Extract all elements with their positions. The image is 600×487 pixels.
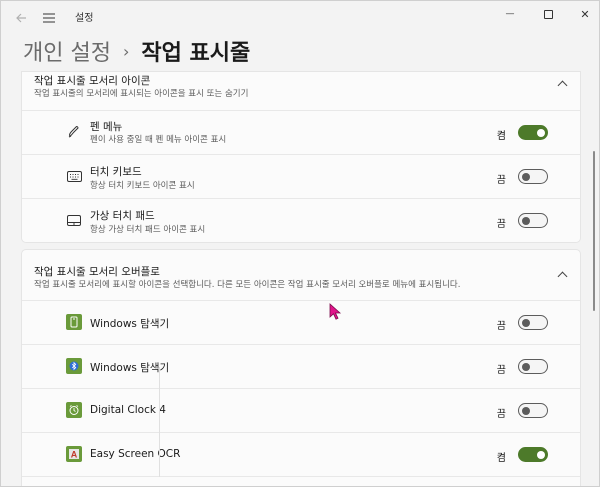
- hamburger-icon: [43, 13, 55, 23]
- minimize-button[interactable]: —: [489, 1, 531, 27]
- pen-icon: [66, 124, 82, 140]
- toggle-knob: [537, 128, 545, 137]
- bluetooth-icon: [66, 358, 82, 374]
- corner-icons-header[interactable]: 작업 표시줄 모서리 아이콘 작업 표시줄의 모서리에 표시되는 아이콘을 표시…: [22, 72, 580, 110]
- toggle-state-label: 끔: [496, 409, 506, 420]
- touchpad-icon: [66, 212, 82, 228]
- overflow-app-toggle[interactable]: [518, 315, 548, 330]
- title-bar: 설정 — ✕: [1, 1, 599, 31]
- toggle-knob: [522, 318, 530, 327]
- overflow-app-toggle[interactable]: [518, 447, 548, 462]
- toggle-state-label: 끔: [496, 219, 506, 230]
- close-icon: ✕: [580, 7, 590, 21]
- section-subtitle: 작업 표시줄 모서리에 표시할 아이콘을 선택합니다. 다른 모든 아이콘은 작…: [34, 280, 461, 290]
- toggle-state-label: 끔: [496, 175, 506, 186]
- minimize-icon: —: [505, 9, 515, 19]
- corner-overflow-section: 작업 표시줄 모서리 오버플로 작업 표시줄 모서리에 표시할 아이콘을 선택합…: [21, 249, 581, 486]
- nav-menu-button[interactable]: [37, 6, 61, 30]
- divider-line: [159, 367, 160, 477]
- overflow-app-toggle[interactable]: [518, 359, 548, 374]
- toggle-state-label: 끔: [496, 321, 506, 332]
- section-subtitle: 작업 표시줄의 모서리에 표시되는 아이콘을 표시 또는 숨기기: [34, 89, 249, 99]
- back-button[interactable]: [9, 6, 33, 30]
- mouse-cursor-icon: [329, 303, 342, 320]
- list-item-touch-keyboard: 터치 키보드 항상 터치 키보드 아이콘 표시 끔: [22, 154, 580, 198]
- toggle-knob: [537, 450, 545, 459]
- list-item-pen-menu: 펜 메뉴 펜이 사용 중일 때 펜 메뉴 아이콘 표시 켬: [22, 110, 580, 154]
- list-item-overflow-app: A Easy Screen OCR 켬: [22, 432, 580, 476]
- toggle-knob: [522, 406, 530, 415]
- row-title: Easy Screen OCR: [90, 448, 181, 460]
- row-title: Windows 탐색기: [90, 362, 170, 374]
- virtual-touchpad-toggle[interactable]: [518, 213, 548, 228]
- list-item-overflow-app: Digital Clock 4 끔: [22, 388, 580, 432]
- list-item-overflow-app: Windows 탐색기 끔: [22, 300, 580, 344]
- toggle-knob: [522, 362, 530, 371]
- keyboard-icon: [66, 168, 82, 184]
- corner-overflow-header[interactable]: 작업 표시줄 모서리 오버플로 작업 표시줄 모서리에 표시할 아이콘을 선택합…: [22, 250, 580, 300]
- close-button[interactable]: ✕: [564, 1, 599, 27]
- list-item-partial: [22, 476, 580, 486]
- settings-window: 설정 — ✕ 개인 설정 › 작업 표시줄 작업 표시줄 모서리 아이콘 작업 …: [0, 0, 600, 487]
- row-subtitle: 항상 가상 터치 패드 아이콘 표시: [90, 225, 206, 235]
- touch-keyboard-toggle[interactable]: [518, 169, 548, 184]
- scrollbar-thumb[interactable]: [593, 151, 595, 311]
- toggle-state-label: 끔: [496, 365, 506, 376]
- section-title: 작업 표시줄 모서리 오버플로: [34, 266, 160, 278]
- settings-content: 작업 표시줄 모서리 아이콘 작업 표시줄의 모서리에 표시되는 아이콘을 표시…: [21, 71, 581, 486]
- svg-text:A: A: [71, 450, 78, 460]
- list-item-overflow-app: Windows 탐색기 끔: [22, 344, 580, 388]
- row-subtitle: 펜이 사용 중일 때 펜 메뉴 아이콘 표시: [90, 135, 227, 145]
- overflow-app-toggle[interactable]: [518, 403, 548, 418]
- toggle-knob: [522, 172, 530, 181]
- app-icon: A: [66, 446, 82, 462]
- usb-drive-icon: [66, 314, 82, 330]
- toggle-state-label: 켬: [496, 131, 506, 142]
- clock-icon: [66, 402, 82, 418]
- app-icon: [66, 314, 82, 330]
- row-title: 터치 키보드: [90, 166, 142, 178]
- app-icon: [66, 402, 82, 418]
- corner-icons-section: 작업 표시줄 모서리 아이콘 작업 표시줄의 모서리에 표시되는 아이콘을 표시…: [21, 71, 581, 243]
- breadcrumb-separator-icon: ›: [122, 41, 130, 61]
- maximize-button[interactable]: [527, 1, 569, 27]
- breadcrumb-parent[interactable]: 개인 설정: [23, 35, 111, 67]
- app-icon: [66, 358, 82, 374]
- chevron-up-icon[interactable]: [557, 271, 568, 282]
- section-title: 작업 표시줄 모서리 아이콘: [34, 75, 151, 87]
- breadcrumb: 개인 설정 › 작업 표시줄: [23, 35, 250, 67]
- row-title: Windows 탐색기: [90, 318, 170, 330]
- list-item-virtual-touchpad: 가상 터치 패드 항상 가상 터치 패드 아이콘 표시 끔: [22, 198, 580, 242]
- row-title: 펜 메뉴: [90, 121, 123, 133]
- toggle-knob: [522, 216, 530, 225]
- app-title: 설정: [75, 13, 94, 24]
- row-title: Digital Clock 4: [90, 404, 166, 416]
- row-title: 가상 터치 패드: [90, 210, 155, 222]
- chevron-up-icon[interactable]: [557, 80, 568, 91]
- row-subtitle: 항상 터치 키보드 아이콘 표시: [90, 181, 195, 191]
- back-arrow-icon: [16, 13, 26, 23]
- pen-menu-toggle[interactable]: [518, 125, 548, 140]
- ocr-icon: A: [66, 446, 82, 462]
- maximize-icon: [543, 9, 553, 19]
- toggle-state-label: 켬: [496, 453, 506, 464]
- page-title: 작업 표시줄: [141, 41, 251, 66]
